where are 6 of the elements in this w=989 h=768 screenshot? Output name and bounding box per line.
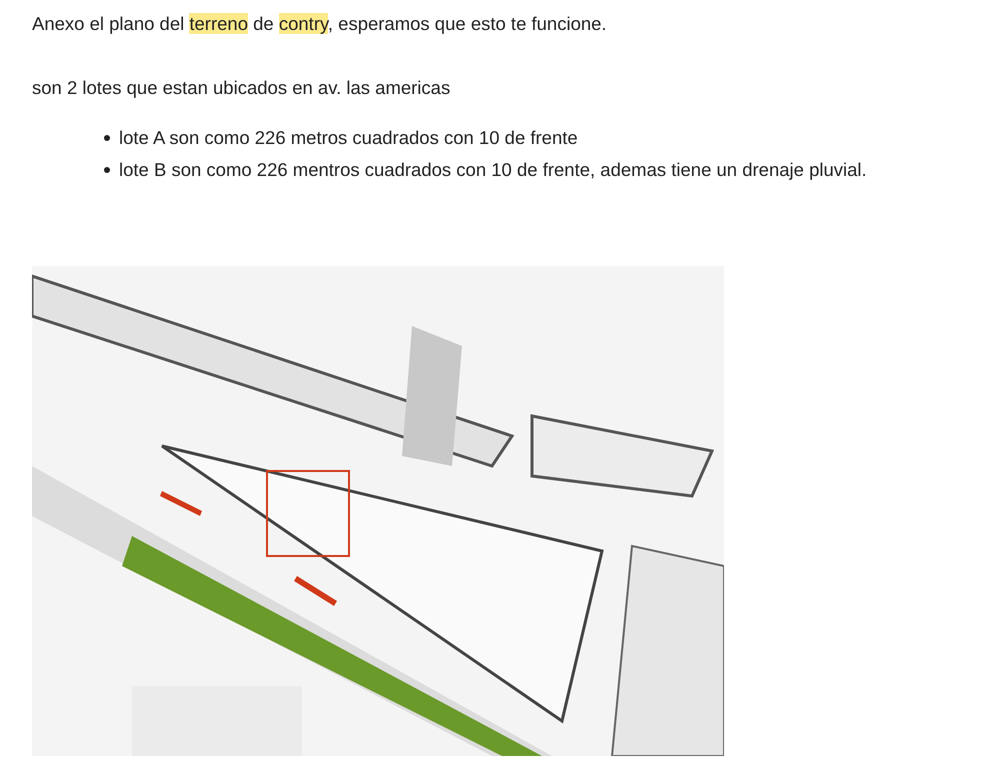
intro-paragraph: Anexo el plano del terreno de contry, esperamos que esto te funcione. [32, 12, 608, 36]
list-item: lote B son como 226 mentros cuadrados con 10 de frente, ademas tiene un drenaje pluvial. [119, 158, 867, 182]
bullet-icon [104, 135, 110, 141]
paragraph: son 2 lotes que estan ubicados en av. las americas [32, 76, 452, 100]
list-item: lote A son como 226 metros cuadrados con 10 de frente [119, 126, 578, 150]
bullet-icon [104, 167, 110, 173]
